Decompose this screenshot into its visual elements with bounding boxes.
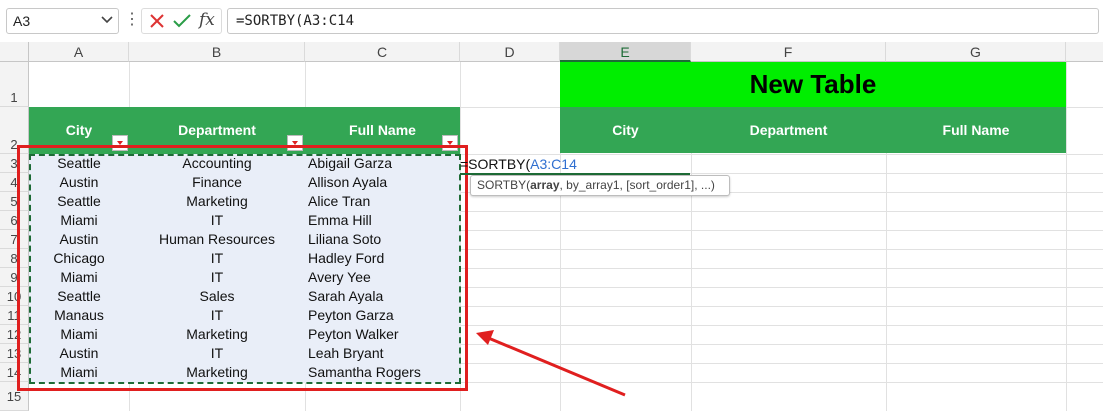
column-header-a[interactable]: A: [29, 42, 129, 62]
column-header-h[interactable]: [1066, 42, 1103, 62]
row-header-1[interactable]: 1: [0, 62, 29, 107]
column-header-d[interactable]: D: [460, 42, 560, 62]
column-header-f[interactable]: F: [691, 42, 886, 62]
function-tooltip: SORTBY(array, by_array1, [sort_order1], …: [470, 175, 730, 196]
chevron-down-icon[interactable]: [98, 9, 116, 31]
tooltip-arguments: , by_array1, [sort_order1], ...): [559, 178, 715, 192]
enter-check-icon[interactable]: [172, 12, 192, 30]
edit-formula-range: A3:C14: [530, 156, 577, 172]
new-header-full-name: Full Name: [942, 122, 1010, 138]
cancel-icon[interactable]: [148, 12, 166, 30]
annotation-arrow: [476, 330, 626, 397]
column-header-c[interactable]: C: [305, 42, 460, 62]
gridline: [1066, 62, 1067, 411]
new-table-title: New Table: [560, 62, 1066, 107]
more-options-icon[interactable]: ⋮: [124, 11, 140, 31]
annotation-highlight-box: [17, 145, 468, 391]
select-all-corner[interactable]: [0, 42, 29, 62]
new-header-department: Department: [749, 122, 828, 138]
column-header-e[interactable]: E: [560, 42, 691, 62]
tooltip-current-argument: array: [530, 178, 560, 192]
column-header-b[interactable]: B: [129, 42, 305, 62]
tooltip-function-name[interactable]: SORTBY(: [477, 178, 530, 192]
insert-function-icon[interactable]: fx: [199, 8, 221, 32]
name-box-value: A3: [13, 13, 31, 29]
new-header-city: City: [612, 122, 639, 138]
formula-input[interactable]: =SORTBY(A3:C14: [227, 8, 1099, 34]
edit-formula-prefix: =SORTBY(: [460, 156, 531, 172]
editing-cell-d3[interactable]: =SORTBY(A3:C14: [460, 155, 690, 174]
column-header-g[interactable]: G: [886, 42, 1066, 62]
